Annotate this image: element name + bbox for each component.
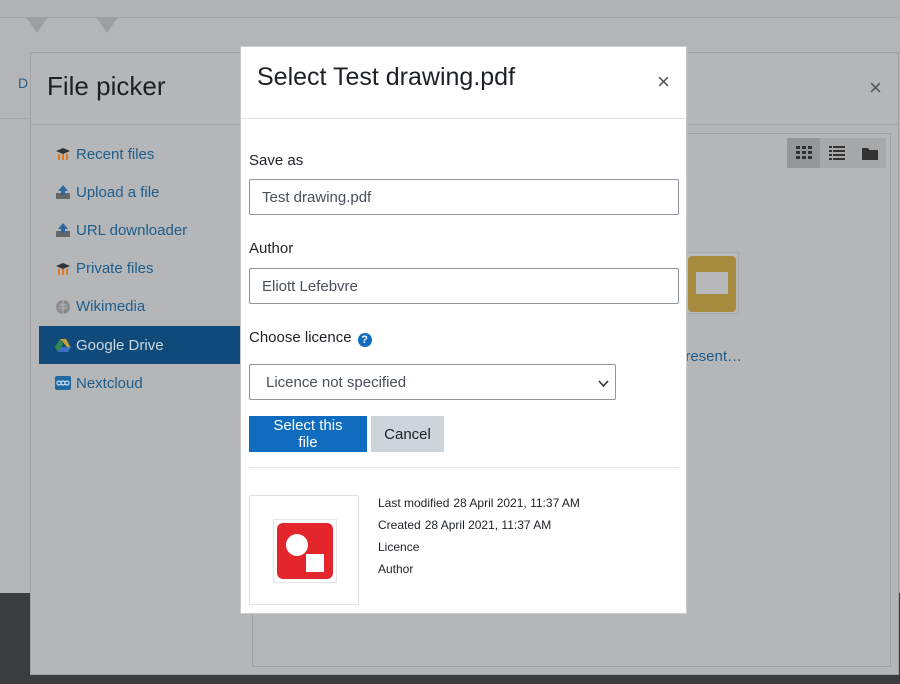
background-navbar: [0, 0, 900, 18]
repo-item-label: Upload a file: [76, 183, 160, 201]
save-as-input[interactable]: [249, 179, 679, 215]
background-text: D: [18, 75, 29, 91]
moodle-icon: [55, 146, 71, 162]
meta-created: Created 28 April 2021, 11:37 AM: [378, 518, 551, 532]
grid-view-icon[interactable]: [787, 138, 820, 168]
file-preview: [249, 495, 359, 605]
background-caret-icon: [96, 17, 118, 33]
help-icon[interactable]: ?: [357, 333, 372, 347]
background-caret-icon: [26, 17, 48, 33]
meta-value: 28 April 2021, 11:37 AM: [453, 496, 580, 510]
moodle-icon: [55, 261, 71, 277]
author-input[interactable]: [249, 268, 679, 304]
background-divider: [0, 118, 30, 119]
drawing-file-icon: [277, 523, 333, 579]
repo-item-nextcloud[interactable]: Nextcloud: [39, 364, 241, 402]
save-as-label: Save as: [249, 152, 304, 169]
url-downloader-icon: [55, 222, 71, 238]
repo-item-upload-file[interactable]: Upload a file: [39, 173, 241, 211]
select-this-file-button[interactable]: Select this file: [249, 416, 367, 452]
repo-item-label: Nextcloud: [76, 374, 143, 392]
file-picker-close-icon[interactable]: ×: [869, 77, 882, 99]
upload-icon: [55, 184, 71, 200]
meta-label: Licence: [378, 540, 420, 554]
file-picker-repository-nav: Recent files Upload a file URL downloade…: [39, 135, 241, 402]
repo-item-private-files[interactable]: Private files: [39, 250, 241, 288]
meta-label: Author: [378, 562, 414, 576]
view-toolbar: [787, 138, 886, 168]
repo-item-recent-files[interactable]: Recent files: [39, 135, 241, 173]
meta-label: Last modified: [378, 496, 450, 510]
meta-label: Created: [378, 518, 421, 532]
repo-item-label: Google Drive: [76, 336, 164, 354]
licence-label-row: Choose licence?: [249, 329, 372, 347]
meta-last-modified: Last modified 28 April 2021, 11:37 AM: [378, 496, 580, 510]
cancel-button[interactable]: Cancel: [371, 416, 444, 452]
list-view-icon[interactable]: [820, 138, 853, 168]
repo-item-label: URL downloader: [76, 221, 188, 239]
file-picker-title: File picker: [47, 71, 166, 101]
modal-close-icon[interactable]: ×: [657, 71, 670, 93]
wikimedia-icon: [55, 299, 71, 315]
licence-selected-value: Licence not specified: [266, 373, 407, 391]
licence-select[interactable]: Licence not specified: [249, 364, 616, 400]
folder-view-icon[interactable]: [853, 138, 886, 168]
choose-licence-label: Choose licence: [249, 329, 352, 346]
repo-item-wikimedia[interactable]: Wikimedia: [39, 288, 241, 326]
meta-author: Author: [378, 562, 413, 576]
repo-item-url-downloader[interactable]: URL downloader: [39, 211, 241, 249]
file-preview-thumbnail: [273, 519, 337, 583]
presentation-icon: [688, 256, 736, 312]
modal-title: Select Test drawing.pdf: [257, 63, 516, 91]
select-file-modal: Select Test drawing.pdf × Save as Author…: [240, 46, 687, 614]
meta-licence: Licence: [378, 540, 419, 554]
file-thumbnail[interactable]: [685, 252, 739, 314]
repo-item-google-drive[interactable]: Google Drive: [39, 325, 241, 365]
chevron-down-icon: [598, 376, 609, 393]
meta-value: 28 April 2021, 11:37 AM: [424, 518, 552, 532]
repo-item-label: Recent files: [76, 145, 155, 163]
modal-header: Select Test drawing.pdf ×: [241, 47, 686, 119]
nextcloud-icon: [55, 375, 71, 391]
repo-item-label: Private files: [76, 260, 154, 278]
author-label: Author: [249, 240, 294, 257]
repo-item-label: Wikimedia: [76, 298, 146, 316]
google-drive-icon: [55, 337, 71, 353]
divider: [249, 467, 679, 468]
